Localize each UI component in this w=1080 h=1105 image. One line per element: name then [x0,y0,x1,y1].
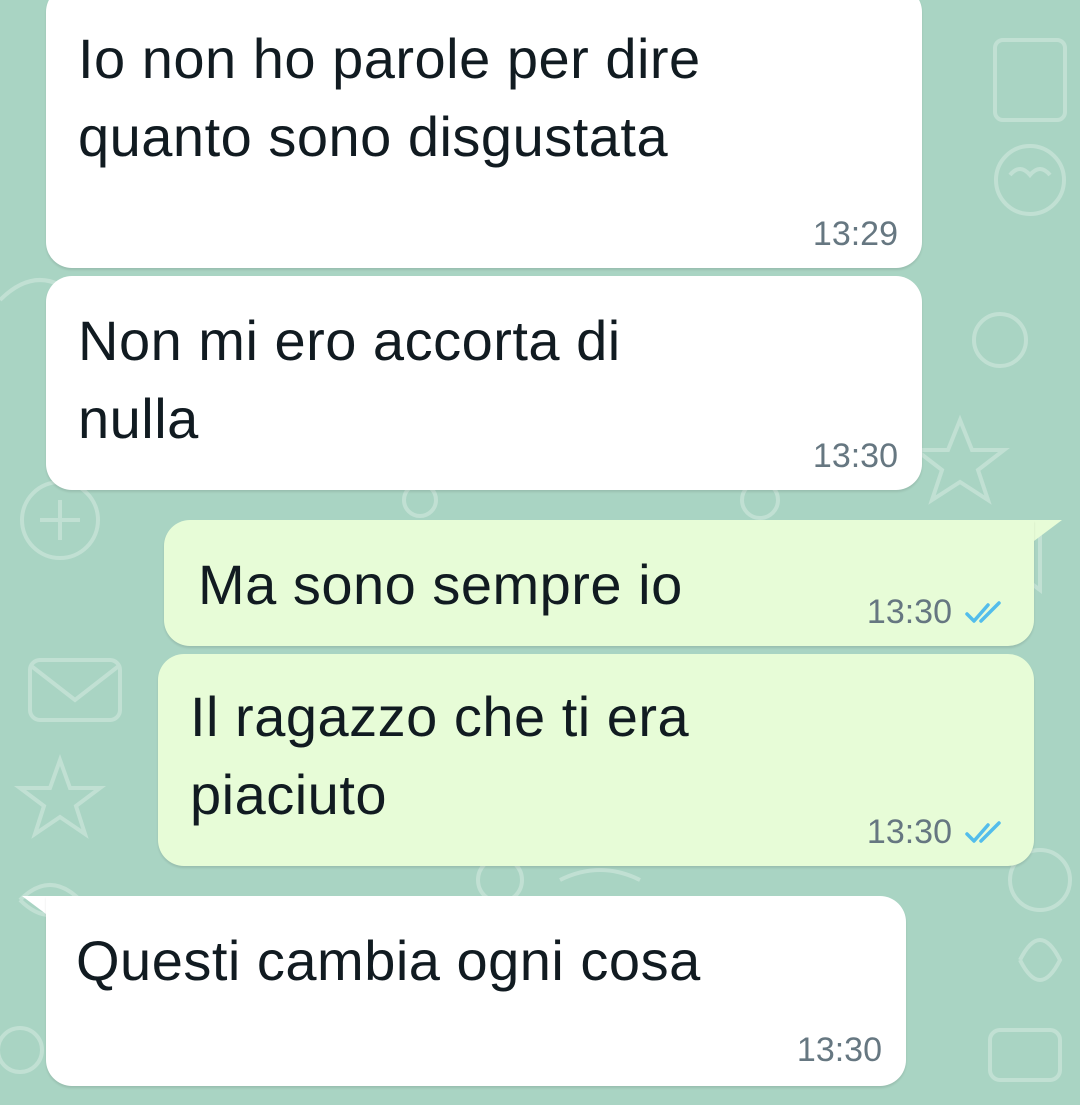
message-timestamp: 13:30 [866,593,952,631]
double-check-icon [965,821,1001,843]
message-bubble-incoming[interactable]: Questi cambia ogni cosa 13:30 [46,896,906,1086]
message-bubble-outgoing[interactable]: Ma sono sempre io 13:30 [164,520,1034,646]
message-text-line: Il ragazzo che ti era [190,685,690,748]
message-text-line: quanto sono disgustata [78,105,669,168]
message-timestamp: 13:30 [812,437,898,475]
message-text-line: Ma sono sempre io [198,553,683,616]
double-check-icon [965,601,1001,623]
message-timestamp: 13:29 [812,215,898,253]
message-bubble-incoming[interactable]: Non mi ero accorta di nulla 13:30 [46,276,922,490]
message-timestamp: 13:30 [866,813,952,851]
message-bubble-outgoing[interactable]: Il ragazzo che ti era piaciuto 13:30 [158,654,1034,866]
message-text-line: Non mi ero accorta di [78,309,621,372]
message-text-line: Questi cambia ogni cosa [76,929,701,992]
message-text-line: Io non ho parole per dire [78,27,701,90]
message-bubble-incoming[interactable]: Io non ho parole per dire quanto sono di… [46,0,922,268]
message-timestamp: 13:30 [796,1031,882,1069]
message-text-line: piaciuto [190,763,388,826]
message-text-line: nulla [78,387,199,450]
